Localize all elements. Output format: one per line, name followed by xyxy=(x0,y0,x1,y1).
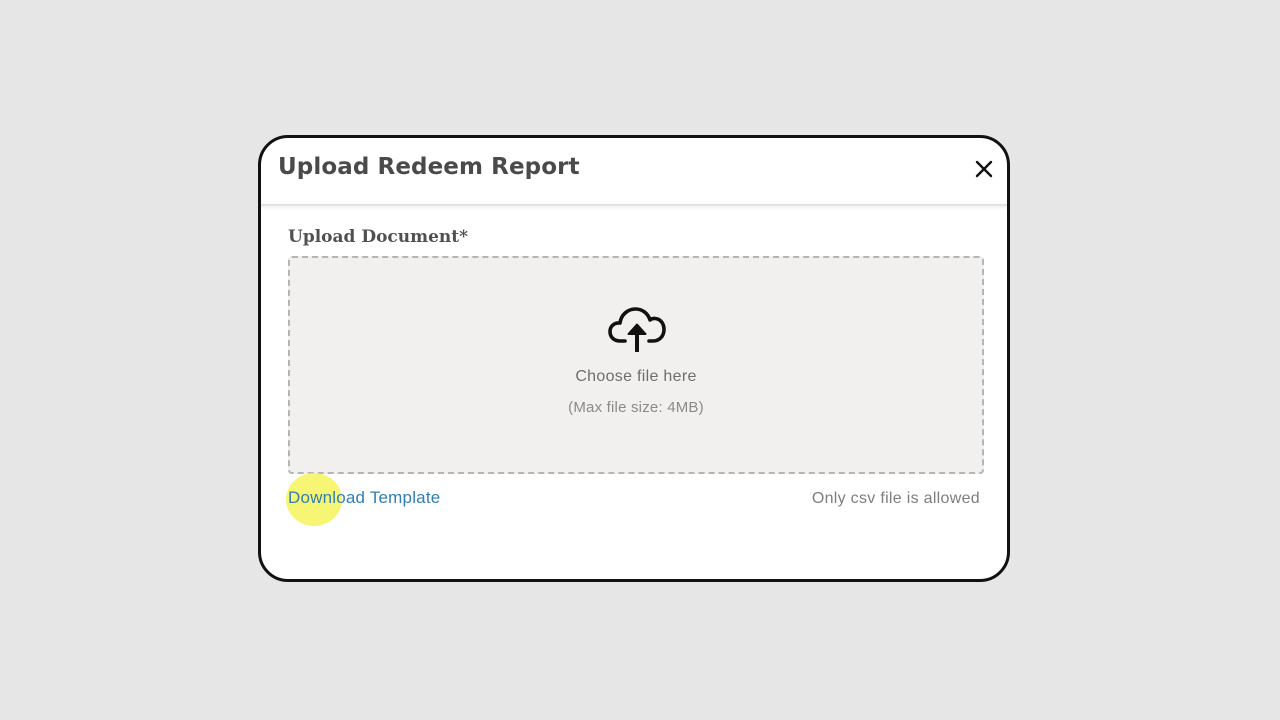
download-template-link[interactable]: Download Template xyxy=(288,488,440,508)
close-icon xyxy=(975,160,993,178)
max-file-size-text: (Max file size: 4MB) xyxy=(568,399,704,416)
allowed-file-type-text: Only csv file is allowed xyxy=(811,490,980,507)
page-background: Upload Redeem Report Upload Document* Ch… xyxy=(0,0,1280,720)
modal-title: Upload Redeem Report xyxy=(278,154,580,180)
file-dropzone[interactable]: Choose file here (Max file size: 4MB) xyxy=(288,256,984,474)
upload-redeem-report-modal: Upload Redeem Report Upload Document* Ch… xyxy=(258,135,1010,582)
choose-file-text: Choose file here xyxy=(575,368,697,385)
cloud-upload-icon xyxy=(608,307,666,352)
upload-document-label: Upload Document* xyxy=(288,227,469,247)
close-button[interactable] xyxy=(973,158,995,180)
modal-header: Upload Redeem Report xyxy=(261,138,1007,206)
